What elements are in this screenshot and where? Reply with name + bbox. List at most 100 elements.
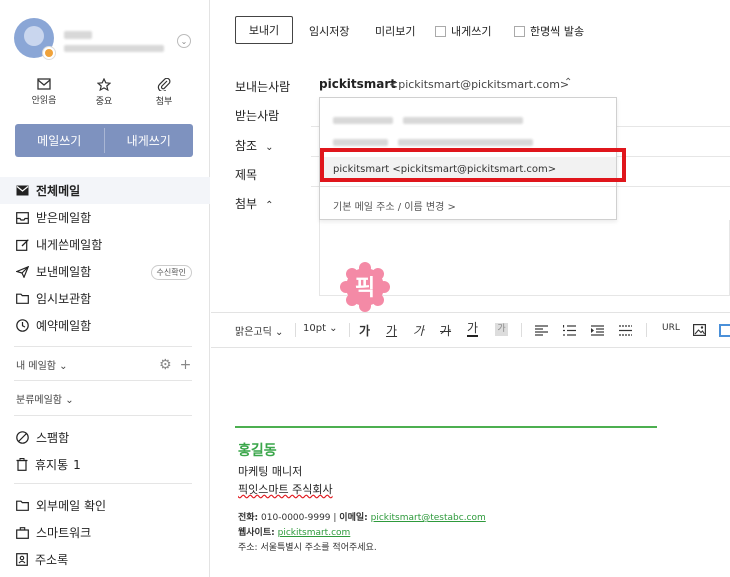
- preview-button[interactable]: 미리보기: [375, 23, 415, 39]
- self-compose-button[interactable]: 내게쓰기: [105, 124, 194, 157]
- quick-attachment[interactable]: 첨부: [134, 78, 194, 112]
- save-draft-button[interactable]: 임시저장: [309, 23, 349, 39]
- align-left-icon[interactable]: [535, 325, 548, 336]
- font-size-value: 10pt: [303, 323, 326, 334]
- sender-name[interactable]: pickitsmart: [319, 77, 396, 91]
- inbox-icon: [16, 211, 29, 224]
- sidebar-item-label: 휴지통: [35, 458, 69, 472]
- individual-send-checkbox[interactable]: 한명씩 발송: [514, 23, 584, 39]
- mailbox-list-tools: 외부메일 확인 스마트워크 주소록: [0, 492, 210, 573]
- table-icon[interactable]: [719, 324, 730, 337]
- signature-title: 마케팅 매니저: [238, 465, 303, 478]
- scheduled-icon: [16, 319, 29, 332]
- self-mail-icon: [16, 238, 29, 251]
- sidebar-divider: [14, 346, 192, 347]
- sent-icon: [16, 265, 29, 278]
- briefcase-icon: [16, 526, 29, 539]
- sidebar-divider: [14, 483, 192, 484]
- dropdown-option-redacted[interactable]: [320, 108, 616, 132]
- signature-address-line: 주소: 서울특별시 주소를 적어주세요.: [238, 540, 377, 553]
- profile-menu-chevron-icon[interactable]: ⌄: [177, 34, 191, 48]
- category-mailbox-label: 분류메일함: [16, 395, 62, 406]
- address-value: 서울특별시 주소를 적어주세요.: [260, 543, 377, 553]
- bold-button[interactable]: 가: [359, 322, 370, 339]
- numbered-list-icon[interactable]: [563, 325, 576, 336]
- my-mailbox-actions: ⚙ +: [159, 357, 191, 373]
- cc-toggle[interactable]: 참조 ⌄: [235, 137, 273, 154]
- account-badge-icon: [42, 46, 56, 60]
- checkbox-box[interactable]: [435, 25, 446, 37]
- attach-toggle[interactable]: 첨부 ⌃: [235, 195, 273, 212]
- sidebar-item-all-mail[interactable]: 전체메일: [0, 177, 210, 204]
- category-mailbox-toggle[interactable]: 분류메일함 ⌄: [16, 391, 74, 406]
- phone-value: 010-0000-9999: [261, 513, 331, 523]
- sidebar-item-label: 예약메일함: [36, 319, 92, 333]
- sidebar-item-external-mail[interactable]: 외부메일 확인: [0, 492, 210, 519]
- quick-unread-label: 안읽음: [31, 96, 57, 106]
- sidebar-item-label: 임시보관함: [36, 292, 92, 306]
- signature-contact-line: 전화: 010-0000-9999 | 이메일: pickitsmart@tes…: [238, 513, 486, 523]
- all-mail-icon: [16, 185, 29, 196]
- quick-filters: 안읽음 중요 첨부: [14, 78, 194, 112]
- compose-button[interactable]: 메일쓰기: [15, 124, 104, 157]
- highlight-color-button[interactable]: 가: [495, 323, 508, 336]
- redacted-name: [333, 138, 388, 146]
- sender-address[interactable]: <pickitsmart@pickitsmart.com>: [389, 78, 569, 91]
- add-mailbox-plus-icon[interactable]: +: [180, 357, 192, 373]
- sidebar-item-smartwork[interactable]: 스마트워크: [0, 519, 210, 546]
- font-family-value: 맑은고딕: [235, 327, 272, 338]
- read-receipt-button[interactable]: 수신확인: [150, 265, 192, 280]
- send-button[interactable]: 보내기: [235, 16, 293, 44]
- scalloped-badge-icon: 픽: [340, 262, 390, 312]
- signature-email-link[interactable]: pickitsmart@testabc.com: [371, 513, 486, 523]
- signature-company-text: 픽잇스마트 주식회사: [238, 483, 333, 496]
- italic-button[interactable]: 가: [413, 322, 424, 339]
- sidebar-item-label: 전체메일: [36, 184, 81, 198]
- font-color-button[interactable]: 가: [467, 322, 479, 337]
- sidebar-item-spam[interactable]: 스팸함: [0, 424, 210, 451]
- to-label: 받는사람: [235, 109, 280, 123]
- sidebar-item-inbox[interactable]: 받은메일함: [0, 204, 210, 231]
- font-size-select[interactable]: 10pt ⌄: [303, 323, 338, 334]
- trash-icon: [16, 458, 28, 471]
- highlight-box: [320, 148, 626, 182]
- settings-gear-icon[interactable]: ⚙: [159, 357, 172, 373]
- to-self-checkbox[interactable]: 내게쓰기: [435, 23, 491, 39]
- signature-website-link[interactable]: pickitsmart.com: [278, 528, 351, 538]
- checkbox-box[interactable]: [514, 25, 525, 37]
- url-button[interactable]: URL: [662, 323, 680, 333]
- indent-icon[interactable]: [591, 325, 604, 336]
- spam-block-icon: [16, 431, 29, 444]
- sidebar-item-scheduled[interactable]: 예약메일함: [0, 312, 210, 339]
- horizontal-rule-icon[interactable]: [619, 325, 632, 336]
- change-default-address-link[interactable]: 기본 메일 주소 / 이름 변경 >: [333, 198, 456, 213]
- my-mailbox-label: 내 메일함: [16, 361, 56, 372]
- underline-button[interactable]: 가: [386, 322, 397, 339]
- mailbox-list: 전체메일 받은메일함 내게쓴메일함 보낸메일함 수신확인 임시보관함 예약메일함: [0, 177, 210, 339]
- image-icon[interactable]: [693, 324, 706, 336]
- sidebar-item-label: 스팸함: [36, 431, 70, 445]
- strikethrough-button[interactable]: 가: [440, 322, 451, 339]
- sender-dropdown-caret-icon[interactable]: ⌃: [564, 77, 572, 88]
- sidebar-item-drafts[interactable]: 임시보관함: [0, 285, 210, 312]
- to-self-label: 내게쓰기: [451, 25, 492, 38]
- envelope-icon: [37, 78, 51, 90]
- sidebar-item-trash[interactable]: 휴지통 1: [0, 451, 210, 478]
- quick-important-label: 중요: [95, 97, 113, 107]
- sidebar-item-self-mail[interactable]: 내게쓴메일함: [0, 231, 210, 258]
- quick-unread[interactable]: 안읽음: [14, 78, 74, 112]
- quick-important[interactable]: 중요: [74, 78, 134, 112]
- compose-pane: 보내기 임시저장 미리보기 내게쓰기 한명씩 발송 보내는사람 pickitsm…: [211, 0, 730, 577]
- sidebar-item-sent[interactable]: 보낸메일함 수신확인: [0, 258, 210, 285]
- sidebar-item-contacts[interactable]: 주소록: [0, 546, 210, 573]
- contacts-book-icon: [16, 553, 28, 566]
- profile-area[interactable]: ⌄: [14, 18, 196, 60]
- chevron-down-icon: ⌄: [265, 142, 274, 153]
- font-family-select[interactable]: 맑은고딕 ⌄: [235, 323, 283, 338]
- redacted-name: [333, 116, 393, 124]
- attach-label: 첨부: [235, 197, 258, 211]
- drafts-icon: [16, 293, 29, 304]
- my-mailbox-toggle[interactable]: 내 메일함 ⌄: [16, 357, 68, 372]
- star-icon: [97, 78, 111, 91]
- address-label: 주소:: [238, 543, 258, 553]
